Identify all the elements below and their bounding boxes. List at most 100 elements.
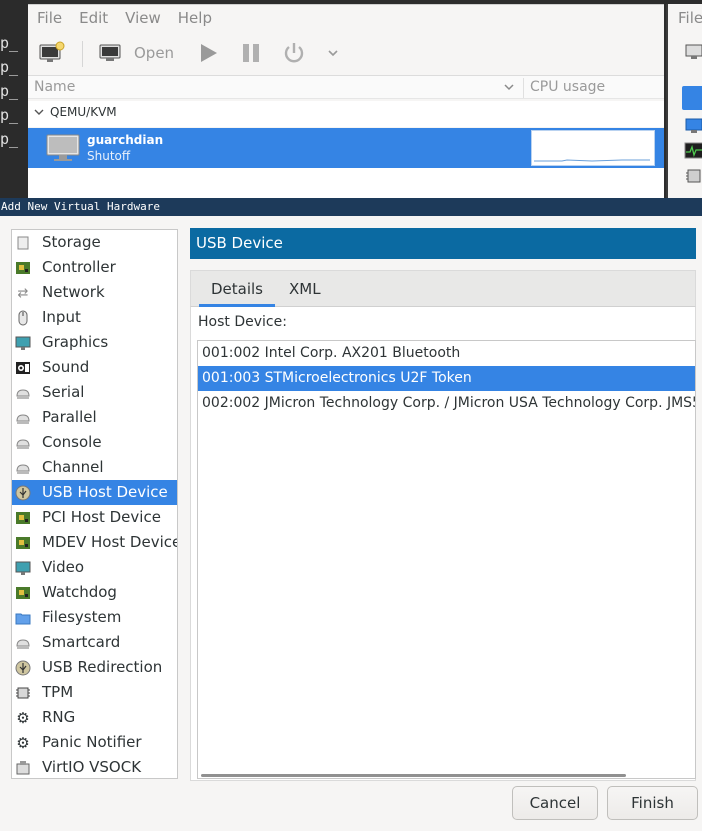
chip-icon	[15, 685, 31, 701]
hw-item-channel[interactable]: Channel	[12, 455, 177, 480]
open-button[interactable]: Open	[98, 35, 174, 71]
hw-item-label: RNG	[42, 708, 76, 726]
cancel-button[interactable]: Cancel	[512, 786, 598, 820]
hw-item-label: Panic Notifier	[42, 733, 142, 751]
hw-item-watchdog[interactable]: Watchdog	[12, 580, 177, 605]
host-device-row[interactable]: 001:002 Intel Corp. AX201 Bluetooth	[198, 341, 695, 366]
chip-icon	[686, 169, 701, 183]
monitor-icon	[685, 118, 702, 133]
monitor-icon	[15, 560, 31, 576]
hw-item-sound[interactable]: Sound	[12, 355, 177, 380]
hw-item-parallel[interactable]: Parallel	[12, 405, 177, 430]
horizontal-scrollbar[interactable]	[201, 774, 626, 777]
board-icon	[15, 535, 31, 551]
vm-state: Shutoff	[87, 149, 131, 163]
vm-list-header: Name CPU usage	[28, 75, 664, 99]
hw-item-label: Sound	[42, 358, 90, 376]
hw-item-label: Watchdog	[42, 583, 117, 601]
power-icon	[284, 43, 304, 63]
hw-item-graphics[interactable]: Graphics	[12, 330, 177, 355]
pane-title: USB Device	[190, 228, 696, 259]
hw-item-mdev-host-device[interactable]: MDEV Host Device	[12, 530, 177, 555]
overview-icon[interactable]	[682, 86, 702, 110]
finish-button[interactable]: Finish	[607, 786, 698, 820]
column-name[interactable]: Name	[34, 79, 75, 95]
connection-group-row[interactable]: QEMU/KVM	[28, 101, 664, 127]
channel-icon	[15, 460, 31, 476]
parallel-port-icon	[15, 410, 31, 426]
vm-details-window: File	[666, 4, 702, 198]
menu-file[interactable]: File	[678, 9, 702, 27]
network-arrows-icon: ⇄	[17, 285, 29, 301]
cpu-usage-graph	[531, 130, 655, 166]
hw-item-label: VirtIO VSOCK	[42, 758, 142, 776]
hw-item-label: Filesystem	[42, 608, 122, 626]
hw-item-storage[interactable]: Storage	[12, 230, 177, 255]
terminal-line: p_	[0, 82, 19, 100]
shutdown-button[interactable]	[282, 35, 306, 71]
hw-item-label: MDEV Host Device	[42, 533, 178, 551]
terminal-line: p_	[0, 34, 19, 52]
terminal-line: p_	[0, 58, 19, 76]
hw-item-label: Network	[42, 283, 105, 301]
hw-item-usb-redirection[interactable]: USB Redirection	[12, 655, 177, 680]
smartcard-icon	[15, 635, 31, 651]
hw-item-label: Serial	[42, 383, 85, 401]
gear-icon: ⚙	[16, 709, 30, 727]
connection-label: QEMU/KVM	[50, 105, 117, 119]
hw-item-video[interactable]: Video	[12, 555, 177, 580]
tab-xml[interactable]: XML	[277, 271, 333, 307]
hw-item-network[interactable]: ⇄ Network	[12, 280, 177, 305]
menu-help[interactable]: Help	[178, 9, 212, 27]
pause-button[interactable]	[239, 35, 263, 71]
pause-icon	[243, 44, 259, 62]
hw-item-label: TPM	[42, 683, 74, 701]
new-vm-button[interactable]	[38, 35, 66, 71]
hw-item-label: Graphics	[42, 333, 109, 351]
menu-file[interactable]: File	[37, 9, 62, 27]
hw-item-usb-host-device[interactable]: USB Host Device	[12, 480, 177, 505]
performance-graph-icon	[684, 142, 702, 159]
gear-icon: ⚙	[16, 734, 30, 752]
vsock-icon	[15, 760, 31, 776]
hw-item-label: PCI Host Device	[42, 508, 161, 526]
mouse-icon	[15, 310, 31, 326]
hw-item-filesystem[interactable]: Filesystem	[12, 605, 177, 630]
run-button[interactable]	[196, 35, 220, 71]
shutdown-menu-button[interactable]	[326, 35, 340, 71]
vm-list-empty-area	[28, 168, 664, 198]
host-device-list[interactable]: 001:002 Intel Corp. AX201 Bluetooth 001:…	[197, 340, 696, 779]
host-device-row-selected[interactable]: 001:003 STMicroelectronics U2F Token	[198, 366, 695, 391]
serial-port-icon	[15, 385, 31, 401]
hw-item-label: Parallel	[42, 408, 97, 426]
hw-item-virtio-vsock[interactable]: VirtIO VSOCK	[12, 755, 177, 778]
vm-list-row[interactable]: guarchdian Shutoff	[28, 128, 664, 168]
hardware-type-list[interactable]: Storage Controller ⇄ Network Input Graph…	[11, 229, 178, 779]
hw-item-pci-host-device[interactable]: PCI Host Device	[12, 505, 177, 530]
tab-details[interactable]: Details	[199, 271, 276, 307]
dialog-titlebar[interactable]: Add New Virtual Hardware	[0, 198, 702, 216]
hw-item-label: Channel	[42, 458, 104, 476]
board-icon	[15, 260, 31, 276]
hw-item-input[interactable]: Input	[12, 305, 177, 330]
hw-item-label: Controller	[42, 258, 116, 276]
add-hardware-dialog: Add New Virtual Hardware Storage Control…	[0, 198, 702, 831]
chevron-down-icon[interactable]	[502, 78, 516, 99]
menu-edit[interactable]: Edit	[79, 9, 108, 27]
hw-item-label: Input	[42, 308, 81, 326]
hw-item-console[interactable]: Console	[12, 430, 177, 455]
hw-item-tpm[interactable]: TPM	[12, 680, 177, 705]
host-device-row[interactable]: 002:002 JMicron Technology Corp. / JMicr…	[198, 391, 695, 416]
hw-item-label: Console	[42, 433, 102, 451]
column-cpu-usage[interactable]: CPU usage	[530, 79, 605, 95]
hw-item-label: Storage	[42, 233, 101, 251]
hw-item-serial[interactable]: Serial	[12, 380, 177, 405]
hw-item-controller[interactable]: Controller	[12, 255, 177, 280]
hw-item-smartcard[interactable]: Smartcard	[12, 630, 177, 655]
toolbar: Open	[28, 35, 664, 71]
hw-item-rng[interactable]: ⚙ RNG	[12, 705, 177, 730]
hw-item-panic-notifier[interactable]: ⚙ Panic Notifier	[12, 730, 177, 755]
menu-view[interactable]: View	[125, 9, 161, 27]
usb-icon	[15, 485, 31, 501]
board-icon	[15, 510, 31, 526]
